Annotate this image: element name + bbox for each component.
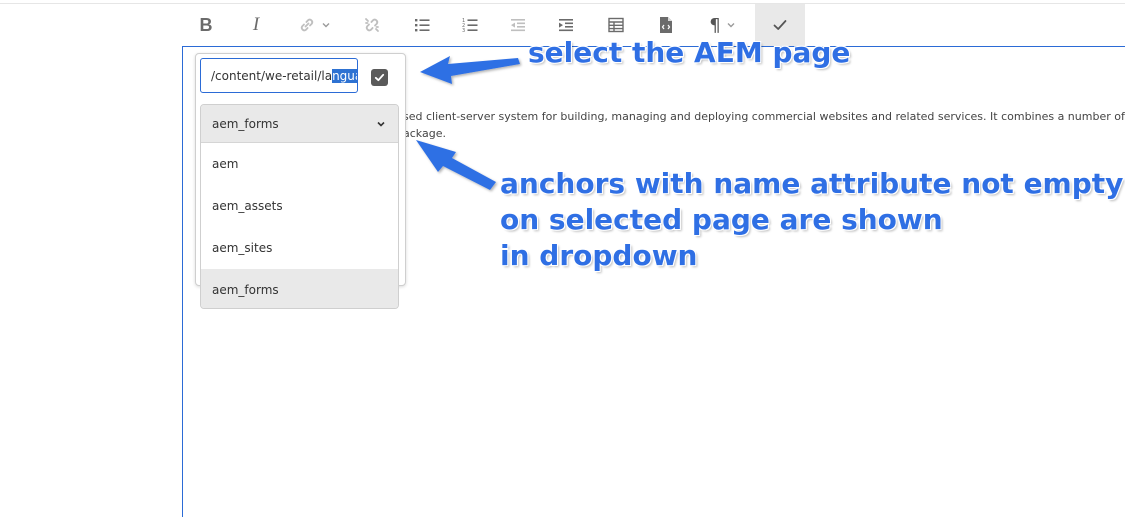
annotation-select-page: select the AEM page: [528, 36, 851, 69]
editor-body-text: sed client-server system for building, m…: [403, 110, 1125, 140]
anchor-option-aem-sites[interactable]: aem_sites: [201, 227, 398, 269]
page-path-input[interactable]: /content/we-retail/languag: [200, 58, 358, 93]
bulleted-list-icon: [415, 19, 430, 32]
checkmark-icon: [773, 20, 787, 30]
chevron-down-icon: [322, 23, 330, 28]
svg-text:3: 3: [462, 28, 465, 34]
unlink-button[interactable]: [360, 4, 384, 46]
chevron-down-icon: [377, 121, 385, 127]
annotation-anchors: anchors with name attribute not empty on…: [500, 167, 1124, 272]
anchor-option-aem[interactable]: aem: [201, 143, 398, 185]
link-icon: [300, 18, 314, 32]
italic-button[interactable]: I: [244, 4, 268, 46]
table-icon: [608, 17, 624, 33]
paragraph-icon: ¶: [709, 14, 721, 36]
checkbox-check-icon: [370, 68, 388, 86]
outdent-button[interactable]: [506, 4, 530, 46]
chevron-down-icon: [727, 23, 735, 28]
anchor-dropdown[interactable]: aem_forms aem aem_assets aem_sites aem_f…: [200, 104, 399, 309]
bold-button[interactable]: B: [194, 4, 218, 46]
outdent-icon: [511, 19, 525, 32]
bulleted-list-button[interactable]: [410, 4, 434, 46]
unlink-icon: [365, 18, 379, 32]
anchor-option-aem-forms[interactable]: aem_forms: [201, 269, 398, 308]
confirm-link-button[interactable]: [364, 62, 394, 92]
numbered-list-button[interactable]: 1 2 3: [458, 4, 482, 46]
link-button[interactable]: [292, 4, 336, 46]
anchor-dropdown-toggle[interactable]: aem_forms: [201, 105, 398, 143]
numbered-list-icon: 1 2 3: [462, 18, 478, 34]
source-code-file-icon: [660, 17, 672, 33]
anchor-option-aem-assets[interactable]: aem_assets: [201, 185, 398, 227]
indent-icon: [559, 19, 573, 32]
